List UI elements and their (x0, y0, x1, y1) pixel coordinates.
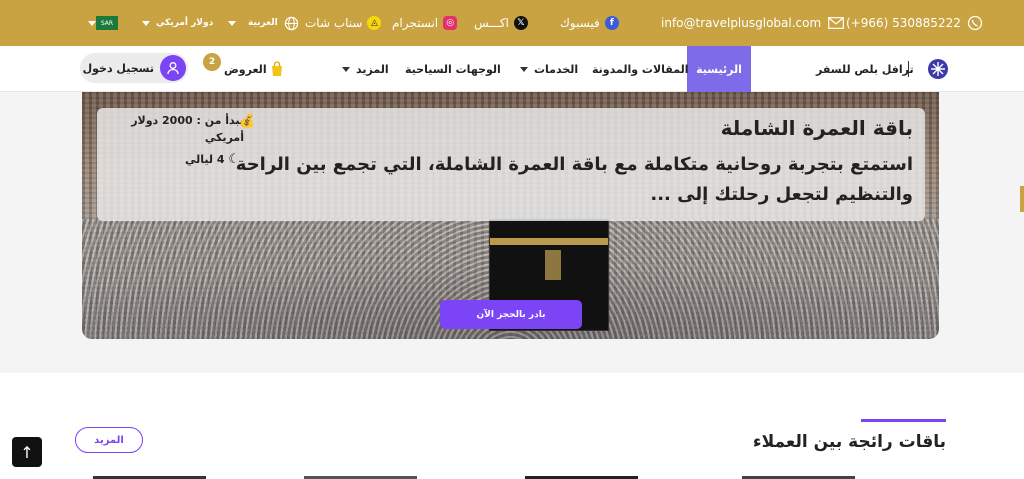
section-accent-bar (861, 419, 946, 422)
globe-icon (284, 16, 298, 30)
scroll-indicator (1020, 186, 1024, 212)
flag-dropdown[interactable] (82, 0, 102, 46)
instagram-label: انستجرام (392, 16, 439, 30)
book-now-button[interactable]: بادر بالحجز الآن (440, 300, 582, 329)
x-icon: 𝕏 (513, 16, 528, 30)
snapchat-icon: ◬ (367, 16, 382, 30)
instagram-link[interactable]: انستجرام ◎ (392, 0, 458, 46)
facebook-link[interactable]: فيسبوك f (560, 0, 619, 46)
instagram-icon: ◎ (443, 16, 458, 30)
brand-text: ترافل بلص للسفر (816, 62, 914, 76)
mail-icon (828, 17, 845, 29)
nav-blog-label: المقالات والمدونة (592, 62, 689, 76)
package-description: استمتع بتجربة روحانية متكاملة مع باقة ال… (235, 154, 913, 205)
currency-label: دولار أمريكي (156, 18, 214, 28)
nav-more-label: المزيد (356, 62, 389, 76)
currency-select[interactable]: دولار أمريكي (136, 0, 213, 46)
trending-packages-section (0, 373, 1024, 479)
phone-link[interactable]: (+966) 530885222 (846, 0, 983, 46)
book-now-label: بادر بالحجز الآن (476, 309, 546, 320)
chevron-down-icon (88, 20, 96, 26)
section-more-label: المزيد (94, 434, 124, 446)
package-nights-text: 4 ليالي (185, 153, 225, 166)
nav-home[interactable]: الرئيسية (687, 46, 751, 92)
whatsapp-icon (967, 15, 983, 31)
main-navbar: ترافل بلص للسفر الرئيسية المقالات والمدو… (0, 46, 1024, 92)
nav-services[interactable]: الخدمات (514, 46, 578, 92)
language-select[interactable]: العربية (222, 0, 299, 46)
snapchat-link[interactable]: سناب شات ◬ (305, 0, 382, 46)
nav-more[interactable]: المزيد (336, 46, 389, 92)
x-link[interactable]: اكـــس 𝕏 (474, 0, 528, 46)
package-price: يبدأ من : 2000 دولار أمريكي 💰 (109, 112, 255, 146)
chevron-down-icon (142, 20, 150, 26)
nav-blog[interactable]: المقالات والمدونة (592, 46, 689, 92)
user-icon (160, 55, 186, 81)
facebook-icon: f (604, 16, 619, 30)
top-bar: SAR دولار أمريكي العربية سناب شات ◬ انست… (0, 0, 1024, 46)
login-label: تسجيل دخول (82, 61, 154, 75)
package-title: باقة العمرة الشاملة (720, 116, 913, 140)
brand-divider (908, 61, 909, 77)
language-label: العربية (248, 18, 278, 28)
section-title: باقات رائجة بين العملاء (752, 432, 946, 452)
nav-offers-label: العروض (224, 62, 267, 76)
email-label: info@travelplusglobal.com (661, 16, 822, 30)
nav-destinations-label: الوجهات السياحية (405, 62, 501, 76)
chevron-down-icon (342, 66, 350, 72)
package-card[interactable]: باقة العمرة الشاملة استمتع بتجربة روحاني… (97, 108, 925, 221)
phone-label: (+966) 530885222 (846, 16, 961, 30)
brand-logo[interactable] (927, 46, 949, 92)
package-nights: ☾ 4 ليالي (185, 152, 240, 167)
section-more-button[interactable]: المزيد (75, 427, 143, 453)
moon-icon: ☾ (228, 152, 240, 167)
package-price-text: يبدأ من : 2000 دولار أمريكي (131, 114, 244, 144)
offers-count-badge: 2 (203, 53, 221, 71)
nav-home-label: الرئيسية (696, 62, 742, 76)
arrow-up-icon: ↑ (20, 442, 34, 462)
facebook-label: فيسبوك (560, 16, 600, 30)
brand-logo-icon (928, 59, 948, 79)
nav-offers[interactable]: 2 العروض (203, 46, 284, 92)
nav-services-label: الخدمات (534, 62, 579, 76)
brand-name[interactable]: ترافل بلص للسفر (816, 46, 914, 92)
x-label: اكـــس (474, 16, 509, 30)
chevron-down-icon (520, 66, 528, 72)
scroll-to-top-button[interactable]: ↑ (12, 437, 42, 467)
money-bag-icon: 💰 (239, 114, 256, 129)
nav-destinations[interactable]: الوجهات السياحية (405, 46, 501, 92)
login-button[interactable]: تسجيل دخول (80, 53, 188, 83)
snapchat-label: سناب شات (305, 16, 363, 30)
chevron-down-icon (228, 20, 236, 26)
shopping-bag-icon (271, 61, 282, 76)
email-link[interactable]: info@travelplusglobal.com (661, 0, 845, 46)
